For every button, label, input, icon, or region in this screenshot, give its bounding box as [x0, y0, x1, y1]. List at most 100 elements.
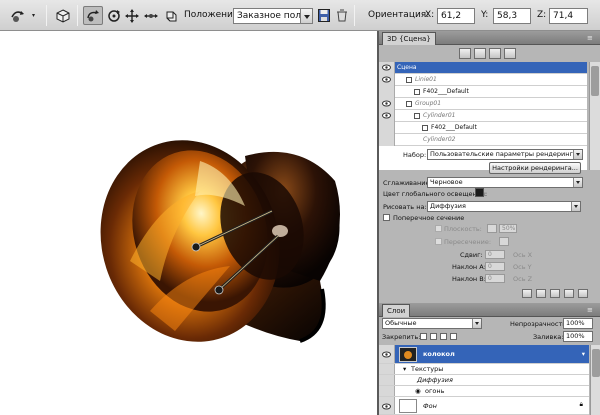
rotate-3d-button[interactable] [83, 6, 103, 25]
slide-3d-button[interactable] [142, 6, 160, 25]
intersection-color-swatch[interactable] [499, 237, 509, 246]
render-settings-button[interactable]: Настройки рендеринга... [489, 162, 581, 174]
offset-input[interactable]: 0 [485, 250, 505, 259]
scene-filter-icon[interactable] [459, 48, 471, 59]
eye-icon[interactable] [382, 76, 391, 83]
document-canvas[interactable] [0, 31, 377, 415]
scrollbar-thumb[interactable] [591, 66, 599, 96]
scene-item-material[interactable]: F402___Default [379, 86, 587, 98]
eye-icon[interactable] [382, 403, 391, 410]
lock-all-icon[interactable] [450, 333, 457, 340]
blend-mode-select[interactable]: Обычные [382, 318, 482, 329]
fill-input[interactable]: 100% [563, 331, 593, 342]
y-coordinate-input[interactable]: 58,3 [493, 8, 531, 24]
chevron-down-icon [571, 202, 580, 211]
antialias-select[interactable]: Черновое [427, 177, 583, 188]
layer-row-diffuse[interactable]: Диффузия [379, 375, 589, 386]
layer-row-textures[interactable]: ▾ Текстуры [379, 364, 589, 375]
lock-transparency-icon[interactable] [420, 333, 427, 340]
new-light-icon[interactable] [564, 289, 574, 298]
material-icon [414, 89, 420, 95]
scene-item-cylinder-1[interactable]: Cylinder01 [379, 110, 587, 122]
paint-on-label: Рисовать на: [383, 203, 427, 211]
scene-item-linie[interactable]: Linie01 [379, 74, 587, 86]
render-icon[interactable] [522, 289, 532, 298]
plane-checkbox[interactable] [435, 225, 442, 232]
fill-label: Заливка: [533, 333, 564, 341]
separator [77, 5, 78, 26]
layer-row-bell[interactable]: колокол ▾ [379, 345, 589, 364]
separator [354, 5, 355, 26]
scene-item-material-2[interactable]: F402___Default [379, 122, 587, 134]
x-label: X: [425, 10, 435, 20]
chevron-down-icon [472, 319, 481, 328]
trash-icon[interactable] [578, 289, 588, 298]
materials-filter-icon[interactable] [489, 48, 501, 59]
roll-3d-icon [108, 9, 120, 22]
chevron-down-icon[interactable] [300, 8, 313, 24]
tab-layers[interactable]: Слои [382, 304, 411, 317]
roll-3d-button[interactable] [105, 6, 123, 25]
toggle-light-icon[interactable] [550, 289, 560, 298]
mesh-filter-icon[interactable] [474, 48, 486, 59]
eye-icon[interactable] [382, 100, 391, 107]
preset-select[interactable]: Пользовательские параметры рендеринга [427, 149, 583, 160]
delete-position-button[interactable] [334, 6, 349, 25]
plane-label: Плоскость: [444, 225, 482, 233]
cross-section-checkbox[interactable] [383, 214, 390, 221]
scene-item-group[interactable]: Group01 [379, 98, 587, 110]
layers-list: колокол ▾ ▾ Текстуры Диффузия ◉ огонь Фо… [379, 345, 589, 415]
scene-item-cylinder-2[interactable]: Cylinder02 [379, 134, 587, 146]
scale-3d-button[interactable] [161, 6, 179, 25]
save-position-button[interactable] [316, 6, 331, 25]
plane-color-swatch[interactable] [487, 224, 497, 233]
layer-thumbnail [399, 347, 417, 362]
scene-scrollbar[interactable] [589, 62, 600, 170]
lock-position-icon[interactable] [440, 333, 447, 340]
eye-icon[interactable] [382, 351, 391, 358]
options-bar: Положение: Заказное пол... Ориентация: X… [0, 0, 600, 31]
z-coordinate-input[interactable]: 71,4 [549, 8, 588, 24]
z-label: Z: [537, 10, 547, 20]
plane-opacity-input[interactable]: 50% [499, 224, 517, 233]
visibility-column [379, 134, 395, 146]
axis-y-label: Ось Y [513, 263, 532, 271]
trash-icon [336, 9, 347, 22]
layer-row-fire[interactable]: ◉ огонь [379, 386, 589, 397]
layers-scrollbar[interactable] [590, 345, 600, 415]
slide-3d-icon [144, 13, 158, 18]
tilt-b-label: Наклон В: [452, 275, 486, 283]
3d-object-button[interactable] [54, 6, 72, 25]
eye-icon[interactable] [382, 112, 391, 119]
eye-icon[interactable] [382, 64, 391, 71]
layer-row-background[interactable]: Фон 🔒︎ [379, 397, 589, 415]
panel-menu-icon[interactable]: ≡ [587, 34, 596, 42]
visibility-column [379, 386, 395, 396]
tilt-b-input[interactable]: 0 [485, 274, 505, 283]
mesh-icon [414, 113, 420, 119]
scrollbar-thumb[interactable] [592, 349, 600, 377]
lock-label: Закрепить: [382, 333, 421, 341]
lights-filter-icon[interactable] [504, 48, 516, 59]
scene-item-scene[interactable]: Сцена [379, 62, 587, 74]
scale-3d-icon [166, 11, 177, 21]
lock-pixels-icon[interactable] [430, 333, 437, 340]
rotate-3d-object-icon [11, 10, 35, 22]
3d-layer-icon: ▾ [581, 350, 585, 358]
panel-menu-icon[interactable]: ≡ [587, 306, 596, 314]
visibility-column [379, 364, 395, 374]
material-icon [422, 125, 428, 131]
intersection-checkbox[interactable] [435, 238, 442, 245]
tab-3d-scene[interactable]: 3D {Сцена} [382, 32, 436, 45]
save-icon [317, 9, 330, 22]
toggle-ground-icon[interactable] [536, 289, 546, 298]
tool-preset-picker[interactable] [6, 6, 40, 25]
layers-panel-header: Слои ≡ [379, 303, 600, 317]
global-ambient-swatch[interactable] [475, 188, 484, 197]
drag-3d-button[interactable] [123, 6, 141, 25]
x-coordinate-input[interactable]: 61,2 [437, 8, 475, 24]
opacity-input[interactable]: 100% [563, 318, 593, 329]
paint-on-select[interactable]: Диффузия [427, 201, 581, 212]
tilt-a-input[interactable]: 0 [485, 262, 505, 271]
bell-3d-render [100, 140, 340, 343]
